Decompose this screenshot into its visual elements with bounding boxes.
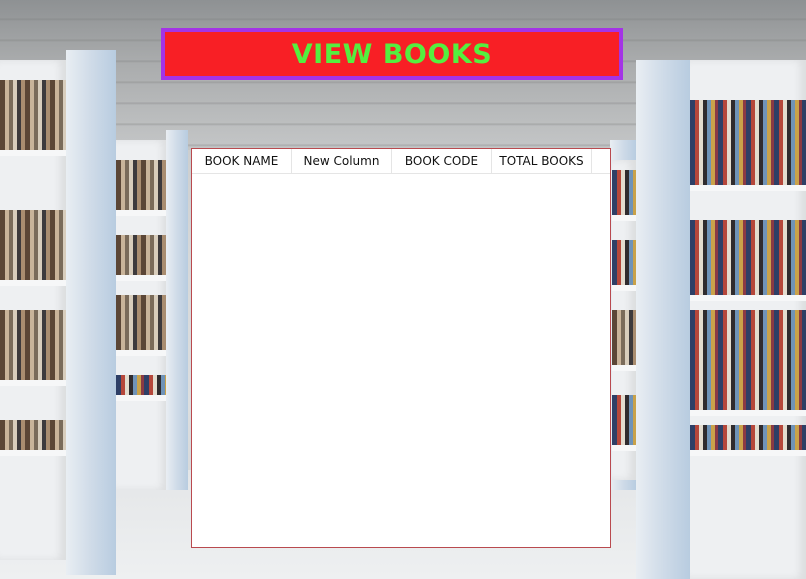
grid-body[interactable] [192,174,610,547]
column-header-new-column[interactable]: New Column [292,149,392,173]
column-header-book-code[interactable]: BOOK CODE [392,149,492,173]
books-data-grid[interactable]: BOOK NAME New Column BOOK CODE TOTAL BOO… [191,148,611,548]
right-inner-shelf [612,160,636,480]
grid-header-row: BOOK NAME New Column BOOK CODE TOTAL BOO… [192,149,610,174]
title-banner: VIEW BOOKS [161,28,623,80]
left-shelf-end-panel [66,50,116,575]
column-header-total-books[interactable]: TOTAL BOOKS [492,149,592,173]
right-shelf [690,60,806,579]
page-title: VIEW BOOKS [291,38,493,70]
left-shelf [0,60,66,560]
right-shelf-end-panel [636,60,690,579]
column-header-book-name[interactable]: BOOK NAME [192,149,292,173]
left-inner-shelf [116,140,168,490]
